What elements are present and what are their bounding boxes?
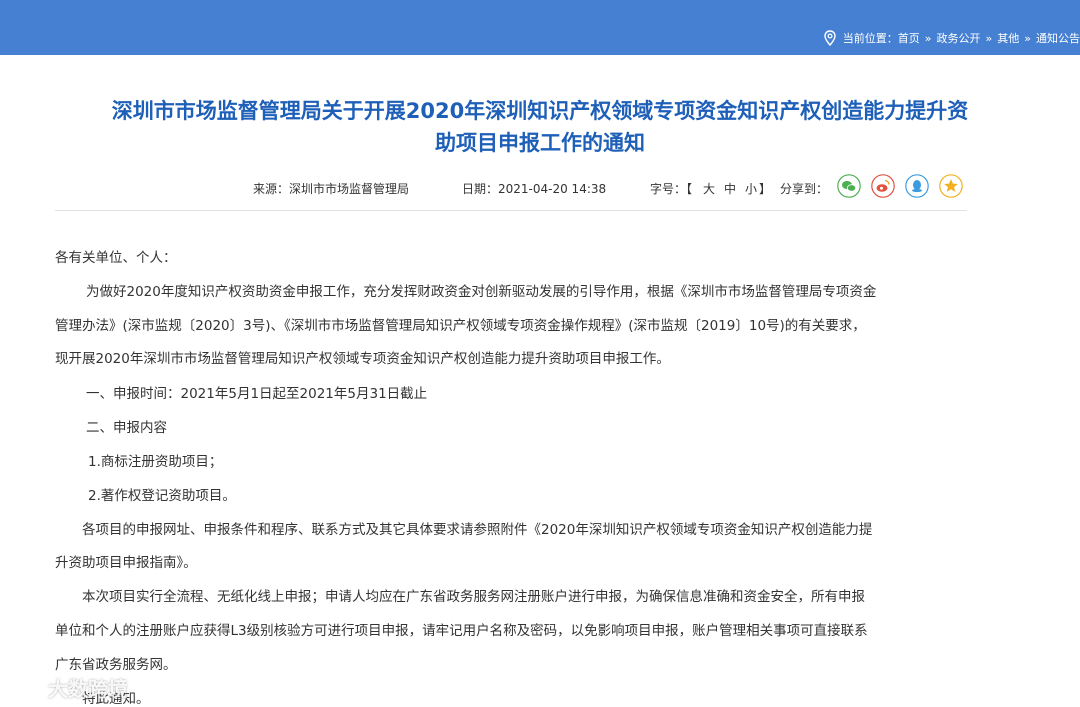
share-label: 分享到：	[780, 182, 829, 196]
salutation: 各有关单位、个人：	[55, 250, 177, 266]
meta-divider	[55, 210, 967, 211]
watermark-logo-icon	[9, 678, 46, 696]
breadcrumb-gov-affairs[interactable]: 政务公开	[937, 30, 981, 46]
header-bar: 当前位置： 首页 » 政务公开 » 其他 » 通知公告	[0, 0, 1080, 55]
font-size-label: 字号：【	[650, 182, 693, 196]
font-size-large-button[interactable]: 大	[703, 180, 715, 197]
qq-icon[interactable]	[905, 174, 929, 198]
paragraph-line: 现开展2020年深圳市市场监督管理局知识产权领域专项资金知识产权创造能力提升资助…	[55, 351, 670, 367]
paragraph-line: 单位和个人的注册账户应获得L3级别核验方可进行项目申报，请牢记用户名称及密码，以…	[55, 623, 868, 639]
qzone-icon[interactable]	[939, 174, 963, 198]
breadcrumb-home[interactable]: 首页	[898, 30, 920, 46]
paragraph-line: 为做好2020年度知识产权资助资金申报工作，充分发挥财政资金对创新驱动发展的引导…	[86, 284, 877, 300]
paragraph-line: 各项目的申报网址、申报条件和程序、联系方式及其它具体要求请参照附件《2020年深…	[82, 522, 873, 538]
breadcrumb-other[interactable]: 其他	[997, 30, 1019, 46]
watermark-text: 大数跨境	[48, 676, 128, 701]
paragraph-line: 1.商标注册资助项目；	[88, 454, 223, 470]
paragraph-line: 二、申报内容	[86, 420, 167, 436]
watermark: 大数跨境	[8, 672, 128, 702]
wechat-icon[interactable]	[837, 174, 861, 198]
article-meta: 来源：深圳市市场监督管理局 日期：2021-04-20 14:38 字号：【 大…	[0, 172, 1080, 202]
location-pin-icon	[824, 30, 836, 47]
article-title-line-1: 深圳市市场监督管理局关于开展2020年深圳知识产权领域专项资金知识产权创造能力提…	[111, 99, 969, 123]
article-date: 日期：2021-04-20 14:38	[462, 182, 607, 196]
article-title: 深圳市市场监督管理局关于开展2020年深圳知识产权领域专项资金知识产权创造能力提…	[40, 95, 1040, 159]
font-size-medium-button[interactable]: 中	[724, 180, 736, 197]
article-title-line-2: 助项目申报工作的通知	[435, 131, 645, 155]
breadcrumb: 当前位置： 首页 » 政务公开 » 其他 » 通知公告	[821, 28, 1080, 48]
paragraph-line: 广东省政务服务网。	[55, 657, 177, 673]
article-source: 来源：深圳市市场监督管理局	[253, 182, 410, 196]
paragraph-line: 升资助项目申报指南》。	[55, 555, 197, 571]
breadcrumb-separator: »	[924, 31, 932, 45]
weibo-icon[interactable]	[871, 174, 895, 198]
paragraph-line: 一、申报时间：2021年5月1日起至2021年5月31日截止	[86, 386, 428, 402]
font-size-close: 】	[759, 182, 772, 196]
paragraph-line: 本次项目实行全流程、无纸化线上申报；申请人均应在广东省政务服务网注册账户进行申报…	[82, 589, 865, 605]
breadcrumb-separator: »	[1024, 31, 1031, 45]
paragraph-line: 管理办法》(深市监规〔2020〕3号)、《深圳市市场监督管理局知识产权领域专项资…	[55, 318, 866, 334]
paragraph-line: 2.著作权登记资助项目。	[88, 488, 236, 504]
font-size-small-button[interactable]: 小	[745, 180, 757, 197]
breadcrumb-notices[interactable]: 通知公告	[1036, 30, 1080, 46]
breadcrumb-label: 当前位置：	[842, 32, 898, 45]
breadcrumb-separator: »	[985, 31, 993, 45]
